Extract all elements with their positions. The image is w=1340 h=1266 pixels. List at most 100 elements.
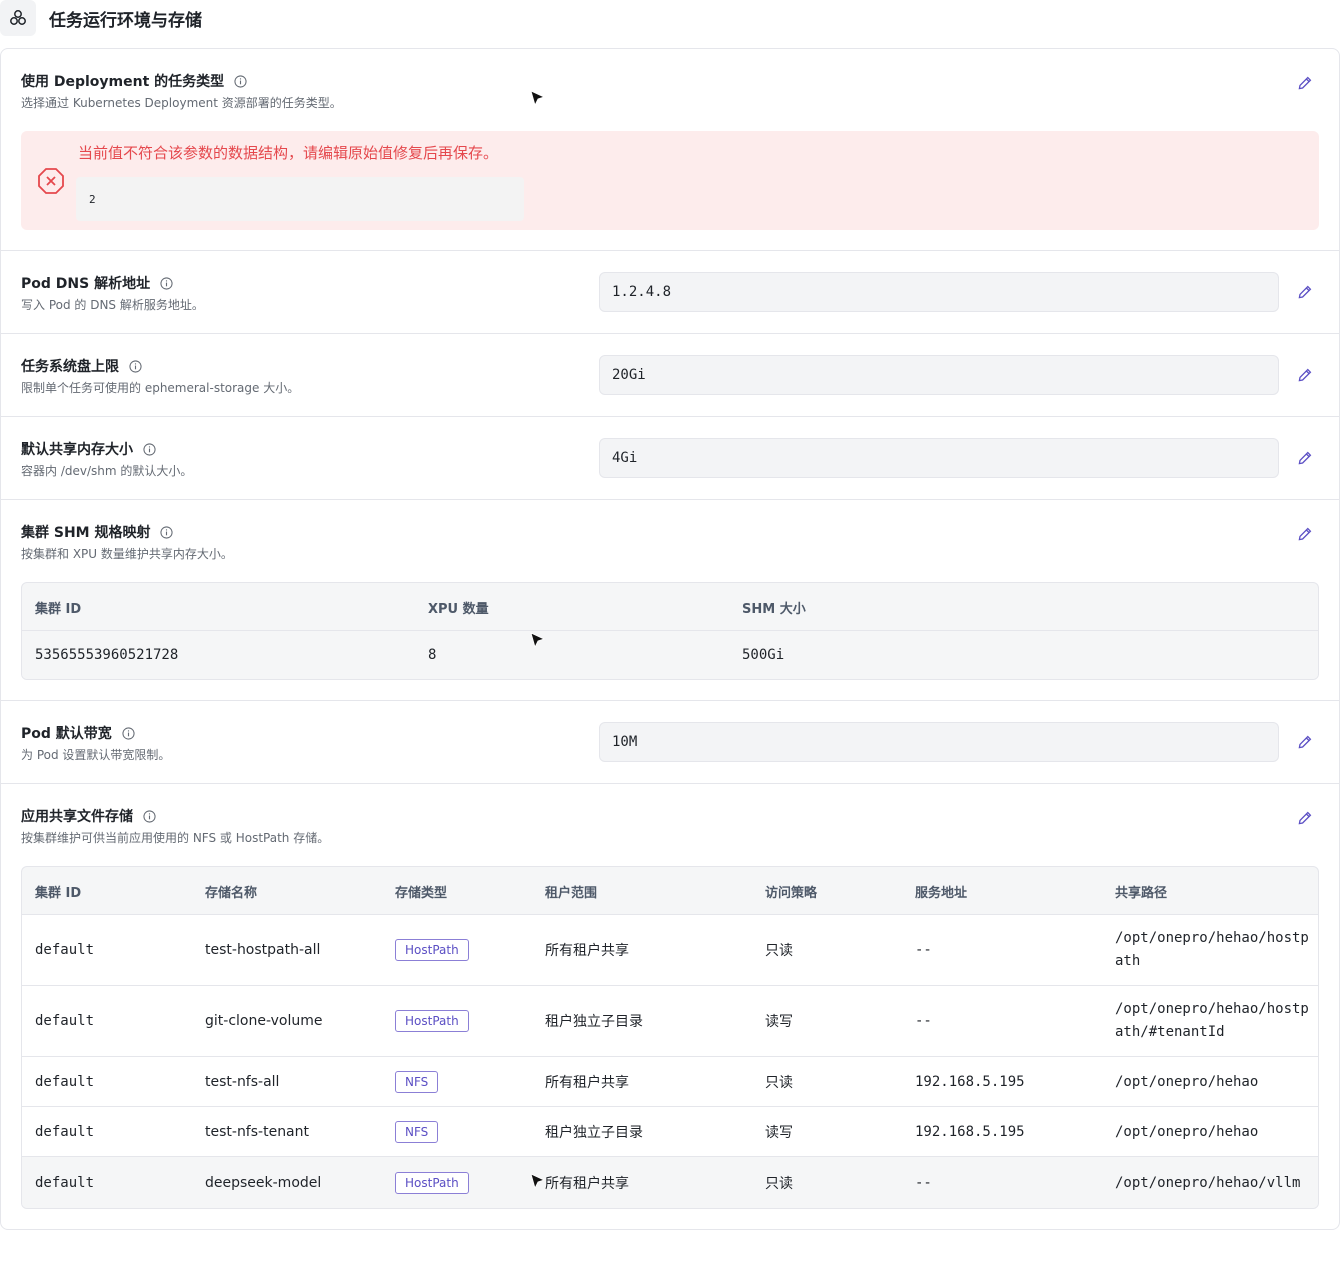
info-icon[interactable] bbox=[143, 442, 156, 456]
pencil-icon bbox=[1298, 451, 1312, 465]
storage-type-tag: HostPath bbox=[395, 939, 469, 961]
tenant-scope-cell: 所有租户共享 bbox=[545, 1175, 629, 1192]
table-row: 53565553960521728 8 500Gi bbox=[22, 631, 1318, 679]
table-row: default deepseek-model HostPath 所有租户共享 只… bbox=[22, 1157, 1318, 1208]
section-desc: 写入 Pod 的 DNS 解析服务地址。 bbox=[21, 298, 204, 312]
tenant-scope-cell: 所有租户共享 bbox=[545, 943, 629, 959]
section-deployment-types: 使用 Deployment 的任务类型 选择通过 Kubernetes Depl… bbox=[1, 49, 1339, 251]
edit-button[interactable] bbox=[1295, 448, 1315, 468]
server-address-cell: -- bbox=[915, 1013, 932, 1029]
storage-type-tag: NFS bbox=[395, 1070, 439, 1093]
pod-dns-value: 1.2.4.8 bbox=[599, 272, 1279, 312]
edit-button[interactable] bbox=[1295, 732, 1315, 752]
system-disk-value: 20Gi bbox=[599, 355, 1279, 395]
storage-name-cell: test-nfs-tenant bbox=[205, 1123, 310, 1140]
server-address-cell: 192.168.5.195 bbox=[915, 1073, 1025, 1090]
section-desc: 按集群维护可供当前应用使用的 NFS 或 HostPath 存储。 bbox=[21, 831, 330, 845]
section-desc: 限制单个任务可使用的 ephemeral-storage 大小。 bbox=[21, 381, 300, 395]
cluster-id-cell: default bbox=[35, 1123, 95, 1140]
access-policy-cell: 读写 bbox=[765, 1124, 793, 1141]
page-header: 任务运行环境与存储 bbox=[0, 0, 202, 36]
info-icon[interactable] bbox=[122, 726, 135, 740]
section-title: Pod DNS 解析地址 bbox=[21, 273, 173, 293]
table-header: 集群 ID XPU 数量 SHM 大小 bbox=[22, 583, 1318, 631]
pencil-icon bbox=[1298, 811, 1312, 825]
pencil-icon bbox=[1298, 527, 1312, 541]
raw-value-editor[interactable]: 2 bbox=[76, 177, 524, 221]
share-path-cell: /opt/onepro/hehao/vllm bbox=[1115, 1174, 1301, 1191]
storage-type-cell: HostPath bbox=[395, 986, 469, 1056]
access-policy-cell: 只读 bbox=[765, 1175, 793, 1192]
column-header: 集群 ID bbox=[35, 885, 82, 901]
section-title-text: 默认共享内存大小 bbox=[21, 442, 133, 458]
section-desc: 为 Pod 设置默认带宽限制。 bbox=[21, 748, 171, 762]
info-icon[interactable] bbox=[160, 525, 174, 539]
cluster-id-cell: default bbox=[35, 1013, 95, 1029]
pencil-icon bbox=[1298, 285, 1312, 299]
section-shared-storage: 应用共享文件存储 按集群维护可供当前应用使用的 NFS 或 HostPath 存… bbox=[1, 784, 1339, 1229]
column-header: 存储类型 bbox=[395, 885, 448, 901]
xpu-count-cell: 8 bbox=[428, 647, 437, 663]
edit-button[interactable] bbox=[1295, 365, 1315, 385]
tenant-scope-cell: 租户独立子目录 bbox=[545, 1014, 643, 1030]
error-message: 当前值不符合该参数的数据结构，请编辑原始值修复后再保存。 bbox=[78, 144, 499, 162]
section-bandwidth: Pod 默认带宽 为 Pod 设置默认带宽限制。 10M bbox=[1, 701, 1339, 784]
info-icon[interactable] bbox=[129, 359, 142, 373]
shm-size-cell: 500Gi bbox=[742, 647, 785, 663]
column-header: SHM 大小 bbox=[742, 601, 806, 617]
shm-default-value: 4Gi bbox=[599, 438, 1279, 478]
table-row: default test-nfs-tenant NFS 租户独立子目录 读写 1… bbox=[22, 1107, 1318, 1157]
section-title: 任务系统盘上限 bbox=[21, 356, 142, 376]
section-title: 应用共享文件存储 bbox=[21, 806, 156, 826]
tenant-scope-cell: 租户独立子目录 bbox=[545, 1124, 643, 1141]
server-address-cell: -- bbox=[915, 942, 932, 958]
edit-button[interactable] bbox=[1295, 524, 1315, 544]
column-header: 访问策略 bbox=[765, 885, 818, 901]
section-title-text: 使用 Deployment 的任务类型 bbox=[21, 74, 225, 90]
section-shm-map: 集群 SHM 规格映射 按集群和 XPU 数量维护共享内存大小。 集群 ID X… bbox=[1, 500, 1339, 701]
pencil-icon bbox=[1298, 735, 1312, 749]
section-title: 使用 Deployment 的任务类型 bbox=[21, 71, 247, 91]
section-shm-default: 默认共享内存大小 容器内 /dev/shm 的默认大小。 4Gi bbox=[1, 417, 1339, 500]
info-icon[interactable] bbox=[234, 74, 247, 88]
storage-name-cell: deepseek-model bbox=[205, 1174, 322, 1191]
storage-type-tag: HostPath bbox=[395, 1171, 469, 1194]
section-title-text: Pod DNS 解析地址 bbox=[21, 276, 151, 292]
pencil-icon bbox=[1298, 76, 1312, 90]
access-policy-cell: 只读 bbox=[765, 943, 793, 959]
section-title-text: 任务系统盘上限 bbox=[21, 359, 119, 375]
section-desc: 按集群和 XPU 数量维护共享内存大小。 bbox=[21, 547, 233, 561]
info-icon[interactable] bbox=[160, 276, 173, 290]
edit-button[interactable] bbox=[1295, 73, 1315, 93]
section-title-text: 应用共享文件存储 bbox=[21, 809, 133, 825]
section-desc: 选择通过 Kubernetes Deployment 资源部署的任务类型。 bbox=[21, 96, 342, 110]
cluster-id-cell: 53565553960521728 bbox=[35, 647, 179, 663]
table-row: default test-nfs-all NFS 所有租户共享 只读 192.1… bbox=[22, 1057, 1318, 1107]
column-header: 集群 ID bbox=[35, 601, 82, 617]
shared-storage-table: 集群 ID 存储名称 存储类型 租户范围 访问策略 服务地址 共享路径 defa… bbox=[21, 866, 1319, 1209]
column-header: XPU 数量 bbox=[428, 601, 489, 617]
share-path-cell: /opt/onepro/hehao/hostpath bbox=[1115, 930, 1309, 969]
section-desc: 容器内 /dev/shm 的默认大小。 bbox=[21, 464, 193, 478]
storage-type-tag: HostPath bbox=[395, 1010, 469, 1032]
edit-button[interactable] bbox=[1295, 282, 1315, 302]
pencil-icon bbox=[1298, 368, 1312, 382]
section-title: 默认共享内存大小 bbox=[21, 439, 156, 459]
cluster-id-cell: default bbox=[35, 1073, 95, 1090]
info-icon[interactable] bbox=[143, 809, 156, 823]
tenant-scope-cell: 所有租户共享 bbox=[545, 1074, 629, 1091]
page-title: 任务运行环境与存储 bbox=[49, 10, 202, 31]
storage-type-cell: NFS bbox=[395, 1057, 439, 1106]
cluster-icon bbox=[0, 0, 36, 36]
access-policy-cell: 只读 bbox=[765, 1074, 793, 1091]
table-row: default git-clone-volume HostPath 租户独立子目… bbox=[22, 986, 1318, 1057]
access-policy-cell: 读写 bbox=[765, 1014, 793, 1030]
section-title: 集群 SHM 规格映射 bbox=[21, 522, 174, 542]
column-header: 租户范围 bbox=[545, 885, 598, 901]
column-header: 共享路径 bbox=[1115, 885, 1168, 901]
storage-type-tag: NFS bbox=[395, 1120, 439, 1143]
edit-button[interactable] bbox=[1295, 808, 1315, 828]
storage-type-cell: HostPath bbox=[395, 1157, 469, 1208]
storage-name-cell: test-nfs-all bbox=[205, 1073, 280, 1090]
cluster-id-cell: default bbox=[35, 1174, 95, 1191]
